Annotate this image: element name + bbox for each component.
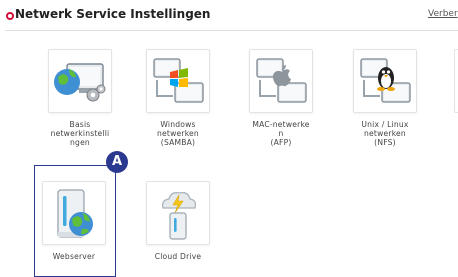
cloud-drive-icon [146, 181, 210, 245]
mac-network-icon [249, 49, 313, 113]
header-divider [5, 30, 458, 31]
callout-marker: A [106, 151, 128, 173]
tile-linux-network[interactable]: Unix / Linux netwerken (NFS) [347, 49, 423, 147]
linux-network-icon [353, 49, 417, 113]
callout-highlight-box [34, 165, 116, 277]
tile-label: MAC-netwerke n (AFP) [252, 120, 310, 147]
page-header: Netwerk Service Instellingen Verber [0, 0, 458, 30]
header-link[interactable]: Verber [428, 9, 458, 19]
windows-network-icon [146, 49, 210, 113]
bullet-icon [6, 12, 14, 20]
tile-basic-network-settings[interactable]: Basis netwerkinstelli ngen [42, 49, 118, 147]
tile-label: Unix / Linux netwerken (NFS) [361, 120, 409, 147]
tile-label: Basis netwerkinstelli ngen [50, 120, 110, 147]
page-title: Netwerk Service Instellingen [15, 7, 211, 21]
tile-label: Cloud Drive [154, 252, 202, 261]
network-settings-icon [48, 49, 112, 113]
tile-label: Windows netwerken (SAMBA) [157, 120, 199, 147]
tile-partial[interactable] [454, 49, 458, 113]
tile-windows-network[interactable]: Windows netwerken (SAMBA) [140, 49, 216, 147]
tile-mac-network[interactable]: MAC-netwerke n (AFP) [243, 49, 319, 147]
tile-cloud-drive[interactable]: Cloud Drive [140, 181, 216, 261]
